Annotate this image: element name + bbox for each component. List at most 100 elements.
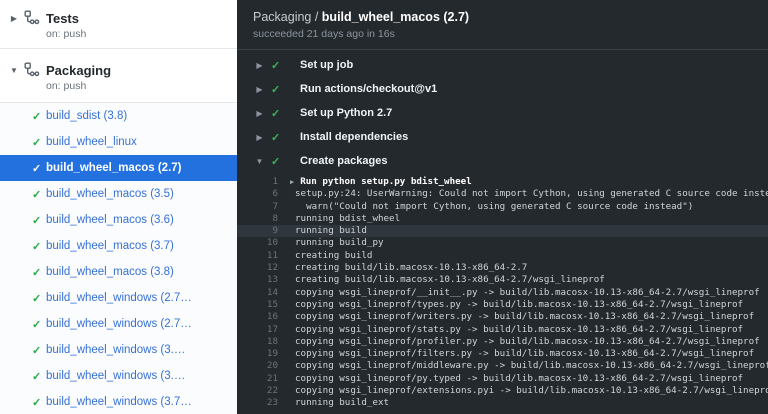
workflow-name: Tests — [46, 11, 79, 26]
log-line-text: copying wsgi_lineprof/middleware.py -> b… — [295, 360, 768, 372]
check-icon: ✓ — [32, 292, 46, 305]
check-icon: ✓ — [32, 110, 46, 123]
run-header: Packaging / build_wheel_macos (2.7) succ… — [237, 0, 768, 50]
log-line-number[interactable]: 15 — [237, 299, 278, 311]
job-label: build_wheel_macos (3.5) — [46, 188, 174, 200]
log-line: 7 warn("Could not import Cython, using g… — [237, 201, 768, 213]
job-item-build-wheel-windows-27-32[interactable]: ✓ build_wheel_windows (2.7… — [0, 285, 237, 311]
log-line: 12 creating build/lib.macosx-10.13-x86_6… — [237, 262, 768, 274]
check-icon: ✓ — [271, 131, 285, 144]
check-icon: ✓ — [32, 240, 46, 253]
log-line-highlighted: 9 running build — [237, 225, 768, 237]
workflow-trigger: on: push — [46, 28, 225, 40]
job-item-build-wheel-windows-3x-a[interactable]: ✓ build_wheel_windows (3.… — [0, 337, 237, 363]
log-line-number[interactable]: 6 — [237, 188, 278, 200]
log-line-number[interactable]: 12 — [237, 262, 278, 274]
log-line-number[interactable]: 21 — [237, 373, 278, 385]
step-install-dependencies[interactable]: ▶ ✓ Install dependencies — [237, 125, 768, 149]
log-line-number[interactable]: 14 — [237, 287, 278, 299]
log-line-number[interactable]: 16 — [237, 311, 278, 323]
log-line-text: copying wsgi_lineprof/writers.py -> buil… — [295, 311, 754, 323]
workflow-section-tests: ▶ Tests on: push — [0, 0, 237, 49]
job-item-build-wheel-linux[interactable]: ✓ build_wheel_linux — [0, 129, 237, 155]
log-line: 18 copying wsgi_lineprof/profiler.py -> … — [237, 336, 768, 348]
job-list: ✓ build_sdist (3.8) ✓ build_wheel_linux … — [0, 103, 237, 414]
job-item-build-wheel-windows-3x-b[interactable]: ✓ build_wheel_windows (3.… — [0, 363, 237, 389]
job-label: build_wheel_macos (3.6) — [46, 214, 174, 226]
log-line-number[interactable]: 11 — [237, 250, 278, 262]
breadcrumb-job-name: build_wheel_macos (2.7) — [322, 10, 469, 24]
job-label: build_wheel_windows (3.… — [46, 344, 185, 356]
log-line-text: creating build/lib.macosx-10.13-x86_64-2… — [295, 274, 605, 286]
chevron-down-icon: ▼ — [253, 157, 266, 166]
check-icon: ✓ — [271, 107, 285, 120]
workflow-name: Packaging — [46, 63, 111, 78]
job-item-build-wheel-windows-27-64[interactable]: ✓ build_wheel_windows (2.7… — [0, 311, 237, 337]
log-line-text: copying wsgi_lineprof/py.typed -> build/… — [295, 373, 743, 385]
job-label: build_wheel_linux — [46, 136, 137, 148]
log-line-number[interactable]: 8 — [237, 213, 278, 225]
workflow-header-tests[interactable]: ▶ Tests — [8, 10, 225, 26]
log-line: 17 copying wsgi_lineprof/stats.py -> bui… — [237, 324, 768, 336]
check-icon: ✓ — [271, 59, 285, 72]
log-line-number[interactable]: 17 — [237, 324, 278, 336]
check-icon: ✓ — [32, 188, 46, 201]
workflow-icon — [24, 62, 40, 78]
breadcrumb-separator: / — [311, 10, 321, 24]
job-item-build-wheel-macos-37[interactable]: ✓ build_wheel_macos (3.7) — [0, 233, 237, 259]
log-line-number[interactable]: 9 — [237, 225, 278, 237]
step-set-up-python[interactable]: ▶ ✓ Set up Python 2.7 — [237, 101, 768, 125]
chevron-down-icon: ▼ — [8, 66, 20, 75]
log-line-number[interactable]: 20 — [237, 360, 278, 372]
workflow-trigger: on: push — [46, 80, 225, 92]
log-line-number[interactable]: 18 — [237, 336, 278, 348]
log-line: 15 copying wsgi_lineprof/types.py -> bui… — [237, 299, 768, 311]
breadcrumb-workflow[interactable]: Packaging — [253, 10, 311, 24]
step-create-packages[interactable]: ▼ ✓ Create packages — [237, 149, 768, 173]
job-item-build-wheel-macos-27-selected[interactable]: ✓ build_wheel_macos (2.7) — [0, 155, 237, 181]
log-line-text: copying wsgi_lineprof/filters.py -> buil… — [295, 348, 754, 360]
log-line-text: copying wsgi_lineprof/extensions.pyi -> … — [295, 385, 768, 397]
job-label: build_wheel_macos (3.7) — [46, 240, 174, 252]
job-item-build-wheel-macos-35[interactable]: ✓ build_wheel_macos (3.5) — [0, 181, 237, 207]
job-item-build-wheel-macos-38[interactable]: ✓ build_wheel_macos (3.8) — [0, 259, 237, 285]
check-icon: ✓ — [271, 83, 285, 96]
log-line-number[interactable]: 22 — [237, 385, 278, 397]
job-log-panel: Packaging / build_wheel_macos (2.7) succ… — [237, 0, 768, 414]
job-item-build-sdist-38[interactable]: ✓ build_sdist (3.8) — [0, 103, 237, 129]
log-line-number[interactable]: 7 — [237, 201, 278, 213]
log-line: 10 running build_py — [237, 237, 768, 249]
workflow-sidebar: ▶ Tests on: push ▼ — [0, 0, 237, 414]
chevron-right-icon: ▶ — [253, 109, 266, 118]
log-line: 21 copying wsgi_lineprof/py.typed -> bui… — [237, 373, 768, 385]
log-line-number[interactable]: 1 — [237, 176, 278, 188]
step-label: Install dependencies — [300, 131, 408, 143]
workflow-icon — [24, 10, 40, 26]
log-line-number[interactable]: 23 — [237, 397, 278, 409]
job-label: build_wheel_windows (2.7… — [46, 318, 192, 330]
job-label: build_wheel_windows (2.7… — [46, 292, 192, 304]
job-label: build_wheel_windows (3.7… — [46, 396, 192, 408]
chevron-right-icon: ▶ — [253, 85, 266, 94]
log-line: 1 ▶ Run python setup.py bdist_wheel — [237, 176, 768, 188]
breadcrumb: Packaging / build_wheel_macos (2.7) — [253, 10, 752, 25]
log-line: 23 running build_ext — [237, 397, 768, 409]
log-line-text: warn("Could not import Cython, using gen… — [295, 201, 693, 213]
workflow-header-packaging[interactable]: ▼ Packaging — [8, 62, 225, 78]
job-item-build-wheel-macos-36[interactable]: ✓ build_wheel_macos (3.6) — [0, 207, 237, 233]
check-icon: ✓ — [32, 344, 46, 357]
step-run-actions-checkout[interactable]: ▶ ✓ Run actions/checkout@v1 — [237, 77, 768, 101]
job-item-build-wheel-windows-37[interactable]: ✓ build_wheel_windows (3.7… — [0, 389, 237, 414]
log-line: 14 copying wsgi_lineprof/__init__.py -> … — [237, 287, 768, 299]
step-set-up-job[interactable]: ▶ ✓ Set up job — [237, 53, 768, 77]
log-line-number[interactable]: 19 — [237, 348, 278, 360]
actions-run-page: ▶ Tests on: push ▼ — [0, 0, 768, 414]
step-label: Set up job — [300, 59, 353, 71]
check-icon: ✓ — [32, 370, 46, 383]
step-label: Set up Python 2.7 — [300, 107, 392, 119]
log-line-text: copying wsgi_lineprof/types.py -> build/… — [295, 299, 743, 311]
log-line-text: setup.py:24: UserWarning: Could not impo… — [295, 188, 768, 200]
log-line-number[interactable]: 13 — [237, 274, 278, 286]
check-icon: ✓ — [32, 136, 46, 149]
log-line-number[interactable]: 10 — [237, 237, 278, 249]
